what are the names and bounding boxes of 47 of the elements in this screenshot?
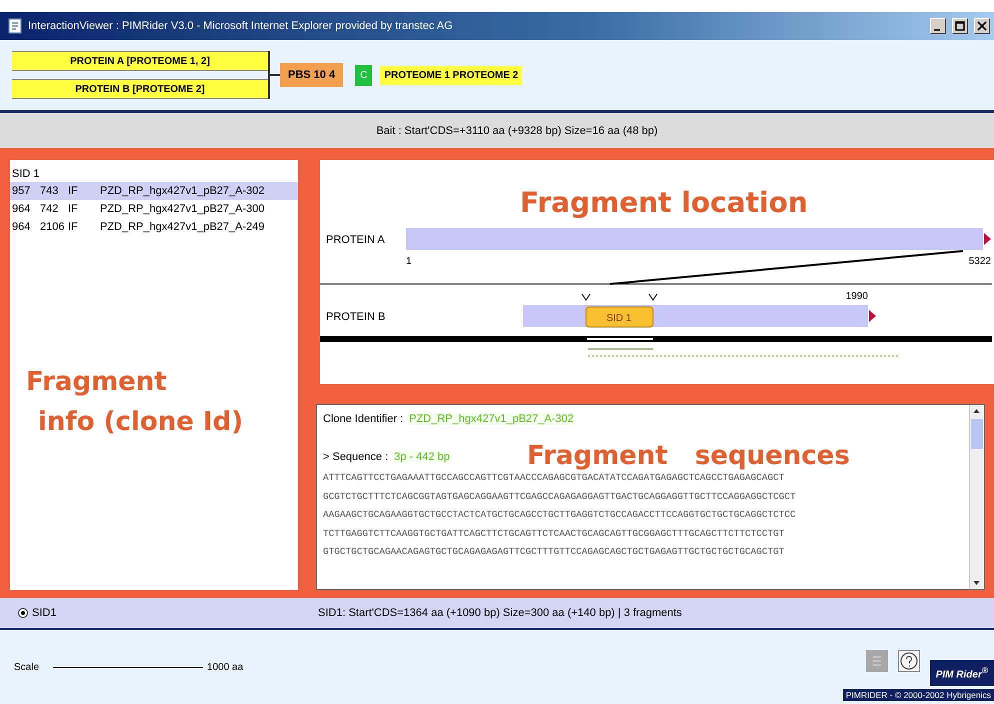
fragment-row[interactable]: 957 743 IF PZD_RP_hgx427v1_pB27_A-302: [10, 182, 298, 200]
sequence-info: 3p - 442 bp: [394, 451, 450, 463]
maximize-icon[interactable]: [952, 18, 968, 34]
end-position: 1990: [846, 291, 868, 302]
logo: PIM Rider$^{®}$: [930, 660, 994, 686]
browser-icon: [8, 18, 22, 34]
help-icon[interactable]: [898, 650, 920, 672]
protein-label: PROTEIN A: [326, 234, 385, 246]
annotation-label: info (clone Id): [38, 407, 244, 437]
protein-label: PROTEIN B: [326, 311, 386, 323]
end-marker-icon: [984, 233, 991, 245]
fragment-info: SID1: Start'CDS=1364 aa (+1090 bp) Size=300 aa (+140 bp) | 3 fragments: [318, 607, 682, 619]
scroll-thumb[interactable]: [971, 419, 983, 449]
annotation-label: Fragment: [26, 367, 167, 397]
close-icon[interactable]: [974, 18, 990, 34]
sequence-line: GCGTCTGCTTTCTCAGCGGTAGTGAGCAGGAAGTTCGAGCCAGAGAGGAGTTGACTGCAGGAGGTTGCTTCCAGGAGGCTCGCT: [323, 490, 796, 502]
fragment-row[interactable]: 964 742 IF PZD_RP_hgx427v1_pB27_A-300: [10, 200, 298, 218]
end-position: 5322: [968, 256, 991, 267]
scrollbar[interactable]: [969, 405, 984, 589]
boundary-tick-icon: [582, 294, 658, 301]
sequence-line: ATTTCAGTTCCTGAGAAATTGCCAGCCAGTTCGTAACCCAGAGCGTGACATATCCAGATGAGAGCTCAGCCTGAGAGCAGCT: [323, 472, 784, 483]
sequence-line: GTGCTGCTGCAGAACAGAGTGCTGCAGAGAGAGTTCGCTTTGTTCCAGAGCAGCTGCTGAGAGTTGCTGCTGCTGCAGCTGT: [323, 546, 784, 557]
bait-info: Bait : Start'CDS=+3110 aa (+9328 bp) Size=16 aa (48 bp): [376, 124, 658, 136]
fragment-row[interactable]: 964 2106 IF PZD_RP_hgx427v1_pB27_A-249: [10, 218, 298, 236]
score-badge: PBS 10 4: [280, 63, 344, 87]
end-marker-icon: [869, 310, 876, 322]
clone-id: PZD_RP_hgx427v1_pB27_A-302: [409, 413, 574, 425]
sequence-label: > Sequence :: [323, 451, 388, 463]
proteome-label: PROTEOME 1 PROTEOME 2: [380, 66, 522, 84]
fragment-radio[interactable]: SID1: [18, 607, 318, 619]
protein-label[interactable]: PROTEIN B [PROTEOME 2]: [12, 79, 268, 99]
protein-label[interactable]: PROTEIN A [PROTEOME 1, 2]: [12, 51, 268, 71]
category-badge: C: [355, 64, 372, 86]
sequence-line: AAGAAGCTGCAGAAGGTGCTGCCTACTCATGCTGCAGCCTGCTTGAGGTCTGCCAGACCTTCCAGGTGCTGCTGCAGGCTCTCC: [323, 509, 796, 520]
copyright-text: PIMRIDER - © 2000-2002 Hybrigenics: [842, 688, 994, 700]
scale-value: 1000 aa: [207, 662, 244, 672]
fragment-span-line: [588, 348, 654, 350]
fragment-block[interactable]: SID 1: [586, 306, 654, 328]
annotation-label: Fragment sequences: [527, 441, 850, 471]
minimize-icon[interactable]: [930, 18, 946, 34]
start-position: 1: [406, 256, 412, 267]
clone-label: Clone Identifier :: [323, 413, 404, 425]
fragment-header: SID 1: [11, 167, 41, 182]
sequence-line: TCTTGAGGTCTTCAAGGTGCTGATTCAGCTTCTGCAGTTCTCAACTGCAGCAGTTGCGGAGCTTTGCAGCTTCTTCTCCTGT: [323, 528, 784, 538]
window-title: InteractionViewer : PIMRider V3.0 - Microsoft Internet Explorer provided by transtec AG: [28, 20, 453, 32]
annotation-label: Fragment location: [520, 186, 808, 219]
scale-label: Scale: [14, 662, 40, 672]
